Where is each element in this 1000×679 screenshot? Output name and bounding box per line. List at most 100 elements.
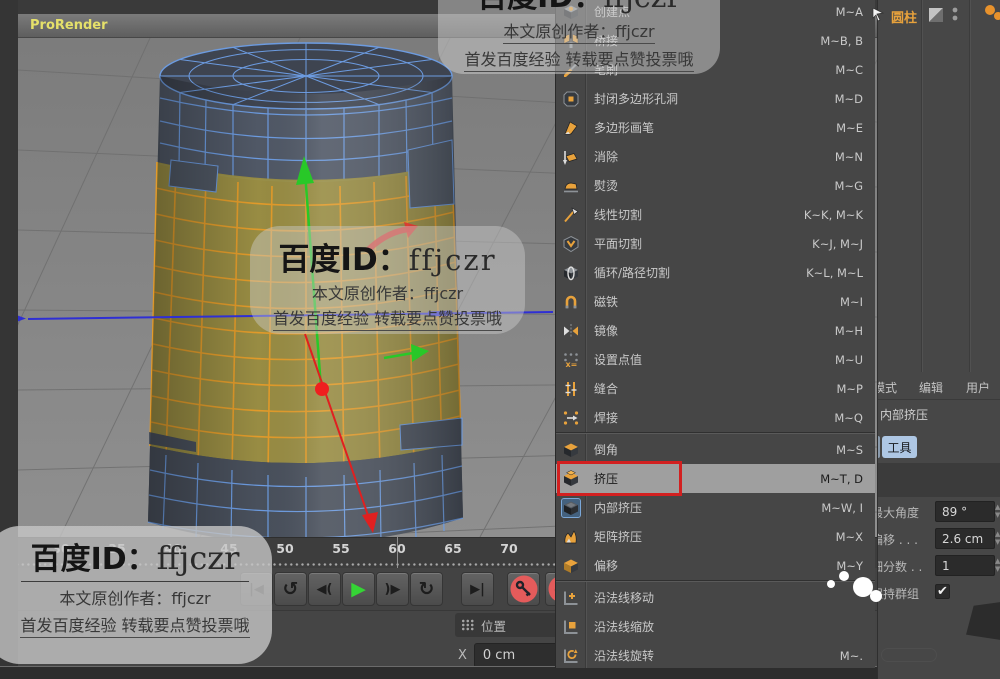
prorender-label: ProRender xyxy=(30,18,108,33)
field-spinner[interactable]: ▲▼ xyxy=(995,557,1000,573)
menu-item-label: 设置点值 xyxy=(594,351,642,368)
menu-item-shortcut: M~B, B xyxy=(820,34,863,48)
menu-item-magnet[interactable]: 磁铁M~I xyxy=(556,287,875,316)
attribute-value-field[interactable]: 1 xyxy=(935,555,995,576)
menu-item-iron[interactable]: 熨烫M~G xyxy=(556,171,875,200)
menu-item-shortcut: M~I xyxy=(840,295,863,309)
watermark-footer: 首发百度经验 转载要点赞投票哦 xyxy=(273,305,502,331)
paw-dot xyxy=(827,580,835,588)
menu-item-label: 镜像 xyxy=(594,322,618,339)
next-frame-icon: )▶ xyxy=(385,582,401,597)
menu-item-shortcut: M~T, D xyxy=(820,472,863,486)
axis-origin-handle xyxy=(315,382,329,396)
menu-item-matrix-extrude[interactable]: 矩阵挤压M~X xyxy=(556,522,875,551)
grid-dots-icon xyxy=(461,619,475,631)
record-keyframe-button[interactable] xyxy=(507,572,540,606)
menu-item-smooth-shift[interactable]: 偏移M~Y xyxy=(556,551,875,580)
previous-frame-icon: ◀( xyxy=(317,582,333,597)
menu-item-shortcut: M~C xyxy=(835,63,863,77)
svg-text:x=: x= xyxy=(566,360,578,369)
menu-item-scale-normals[interactable]: 沿法线缩放 xyxy=(556,612,875,641)
menu-item-mirror[interactable]: 镜像 M~H xyxy=(556,316,875,345)
watermark-author: 本文原创作者：ffjczr xyxy=(312,284,463,303)
key-icon xyxy=(509,574,539,604)
magnet-icon xyxy=(562,293,580,311)
object-manager-row[interactable]: 圆柱 xyxy=(878,0,1000,30)
menu-item-dissolve[interactable]: 消除M~N xyxy=(556,142,875,171)
menu-item-shortcut: M~A xyxy=(836,5,863,19)
menu-item-polygon-pen[interactable]: 多边形画笔M~E xyxy=(556,113,875,142)
matrix-extrude-icon xyxy=(562,528,580,546)
menu-item-label: 偏移 xyxy=(594,557,618,574)
layer-toggle-icon[interactable] xyxy=(928,7,944,23)
plane-cut-icon xyxy=(562,235,580,253)
field-spinner[interactable]: ▲▼ xyxy=(995,530,1000,546)
next-frame-button[interactable]: )▶ xyxy=(376,572,409,606)
field-spinner[interactable]: ▲▼ xyxy=(995,503,1000,519)
menu-item-bevel[interactable]: 倒角M~S xyxy=(556,435,875,464)
watermark-id-label: 百度ID： xyxy=(31,542,157,577)
attribute-label: 细分数 . . xyxy=(877,558,922,575)
menu-item-shortcut: M~U xyxy=(835,353,863,367)
bevel-icon xyxy=(562,441,580,459)
menu-item-label: 倒角 xyxy=(594,441,618,458)
attribute-value-field[interactable]: 89 ° xyxy=(935,501,995,522)
right-panel: 圆柱 模式 编辑 用户 内部挤压 工具 最大角度89 °▲▼偏移 . . .2.… xyxy=(877,0,1000,679)
menu-item-plane-cut[interactable]: 平面切割K~J, M~J xyxy=(556,229,875,258)
iron-icon xyxy=(562,177,580,195)
attribute-row: 最大角度 89 °▲▼ xyxy=(878,500,1000,524)
menu-item-label: 内部挤压 xyxy=(594,499,642,516)
menu-item-label: 循环/路径切割 xyxy=(594,264,670,281)
menu-item-set-point-value[interactable]: x= 设置点值 M~U xyxy=(556,345,875,374)
move-normals-icon xyxy=(562,589,580,607)
menu-item-move-normals[interactable]: 沿法线移动 xyxy=(556,583,875,612)
menu-item-label: 矩阵挤压 xyxy=(594,528,642,545)
attribute-label: 最大角度 xyxy=(877,504,919,521)
attribute-value-field[interactable]: 2.6 cm xyxy=(935,528,995,549)
preserve-groups-checkbox[interactable]: ✔ xyxy=(935,584,950,599)
menu-item-shortcut: M~H xyxy=(835,324,863,338)
visibility-dots-icon[interactable] xyxy=(950,6,964,24)
rotate-normals-icon xyxy=(562,647,580,665)
tab-mode[interactable]: 模式 xyxy=(877,379,897,396)
go-to-end-icon: ▶| xyxy=(470,582,485,597)
active-tool-title: 内部挤压 xyxy=(880,406,928,423)
object-name[interactable]: 圆柱 xyxy=(891,7,917,26)
menu-item-extrude-inner[interactable]: 内部挤压M~W, I xyxy=(556,493,875,522)
menu-item-label: 多边形画笔 xyxy=(594,119,654,136)
attribute-row: 细分数 . . 1▲▼ xyxy=(878,554,1000,578)
menu-item-close-polygon-hole[interactable]: 封闭多边形孔洞M~D xyxy=(556,84,875,113)
material-tag-icon[interactable] xyxy=(982,2,1000,22)
menu-item-shortcut: M~D xyxy=(835,92,863,106)
watermark-middle: 百度ID：ffjczr 本文原创作者：ffjczr 首发百度经验 转载要点赞投票… xyxy=(250,226,525,334)
tab-edit[interactable]: 编辑 xyxy=(919,379,943,396)
current-frame-marker[interactable] xyxy=(397,537,398,568)
watermark-id-value: ffjczr xyxy=(603,0,681,15)
manager-column-divider xyxy=(969,0,970,372)
watermark-id-value: ffjczr xyxy=(409,243,497,277)
scale-normals-icon xyxy=(562,618,580,636)
next-key-icon: ↻ xyxy=(419,580,435,599)
go-to-end-button[interactable]: ▶| xyxy=(461,572,494,606)
next-key-button[interactable]: ↻ xyxy=(410,572,443,606)
position-box[interactable]: 位置 xyxy=(455,613,565,637)
previous-frame-button[interactable]: ◀( xyxy=(308,572,341,606)
attribute-label: 偏移 . . . xyxy=(877,531,918,548)
previous-key-button[interactable]: ↺ xyxy=(274,572,307,606)
manager-tab-bar: 模式 编辑 用户 xyxy=(878,374,1000,400)
watermark-footer: 首发百度经验 转载要点赞投票哦 xyxy=(20,612,249,638)
menu-item-loop-path-cut[interactable]: 循环/路径切割K~L, M~L xyxy=(556,258,875,287)
polygon-pen-icon xyxy=(562,119,580,137)
play-button[interactable]: ▶ xyxy=(342,572,375,606)
menu-item-label: 沿法线移动 xyxy=(594,589,654,606)
menu-item-shortcut: K~K, M~K xyxy=(804,208,863,222)
menu-item-stitch[interactable]: 缝合M~P xyxy=(556,374,875,403)
tab-user[interactable]: 用户 xyxy=(966,379,990,396)
menu-item-rotate-normals[interactable]: 沿法线旋转M~. xyxy=(556,641,875,668)
tab-tool[interactable]: 工具 xyxy=(882,436,917,458)
previous-key-icon: ↺ xyxy=(283,580,299,599)
menu-item-weld[interactable]: 焊接M~Q xyxy=(556,403,875,432)
x-position-field[interactable]: 0 cm xyxy=(474,643,560,668)
menu-item-line-cut[interactable]: 线性切割K~K, M~K xyxy=(556,200,875,229)
context-menu: 创建点M~A桥接M~B, B笔刷M~C封闭多边形孔洞M~D多边形画笔M~E消除M… xyxy=(555,0,875,668)
